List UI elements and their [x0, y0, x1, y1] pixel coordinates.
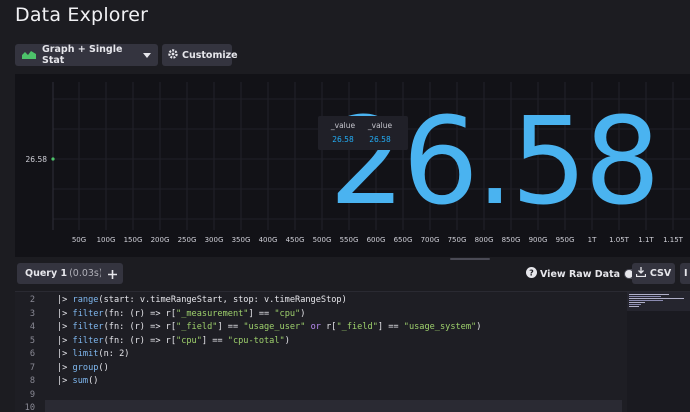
- download-icon: [635, 267, 646, 280]
- query-tab-label: Query 1: [25, 268, 68, 279]
- view-raw-data-label: View Raw Data: [540, 268, 621, 280]
- gear-icon: [168, 48, 178, 62]
- code-text: |> range(start: v.timeRangeStart, stop: …: [57, 295, 347, 305]
- code-text: |> filter(fn: (r) => r["cpu"] == "cpu-to…: [57, 335, 290, 346]
- line-number: 4: [29, 322, 35, 332]
- hover-tooltip: _value 26.58 _value 26.58: [318, 116, 408, 150]
- editor-minimap[interactable]: [627, 292, 690, 412]
- page-title: Data Explorer: [15, 4, 149, 26]
- tooltip-header: _value: [367, 121, 393, 130]
- caret-down-icon: [143, 50, 151, 61]
- csv-label: CSV: [649, 268, 672, 279]
- x-tick-label: 250G: [178, 236, 197, 244]
- line-number: 9: [29, 389, 35, 400]
- view-raw-data-toggle[interactable]: ? View Raw Data: [526, 267, 643, 281]
- x-tick-label: 400G: [259, 236, 278, 244]
- x-tick-label: 350G: [232, 236, 251, 244]
- line-number: 5: [29, 335, 35, 346]
- query-bar: Query 1 (0.03s) ? View Raw Data CSV I: [15, 262, 690, 286]
- visualization-panel: 50G 100G 150G 200G 250G 300G 350G 400G 450G 500G 5…: [15, 74, 690, 257]
- code-text: |> group(): [57, 362, 109, 373]
- overflow-label: I: [684, 268, 688, 279]
- minimap-line: [629, 304, 641, 305]
- x-tick-label: 200G: [151, 236, 170, 244]
- line-number: 3: [29, 308, 35, 319]
- plus-icon: [107, 264, 117, 283]
- line-number: 7: [29, 362, 35, 373]
- flux-code-editor[interactable]: 2 |> range(start: v.timeRangeStart, stop:…: [15, 291, 690, 412]
- tooltip-value: 26.58: [369, 135, 391, 144]
- x-tick-label: 450G: [286, 236, 305, 244]
- tooltip-column: _value 26.58: [323, 121, 363, 144]
- line-number: 2: [29, 295, 35, 305]
- minimap-line: [629, 302, 645, 303]
- svg-text:?: ?: [529, 269, 534, 278]
- minimap-line: [629, 296, 661, 297]
- line-number: 10: [24, 403, 35, 412]
- info-icon: ?: [526, 267, 537, 281]
- minimap-line: [629, 294, 669, 295]
- line-number: 8: [29, 376, 35, 386]
- customize-button[interactable]: Customize: [162, 44, 238, 66]
- minimap-line: [629, 300, 663, 301]
- x-tick-label: 150G: [124, 236, 143, 244]
- visualization-type-label: Graph + Single Stat: [42, 44, 123, 66]
- code-text: |> limit(n: 2): [57, 349, 130, 359]
- current-line-highlight: [45, 400, 622, 412]
- line-number: 6: [29, 349, 35, 359]
- overflow-button[interactable]: I: [680, 263, 690, 284]
- add-query-button[interactable]: [101, 263, 123, 284]
- visualization-type-dropdown[interactable]: Graph + Single Stat: [15, 44, 158, 66]
- query-tab[interactable]: Query 1 (0.03s): [17, 263, 110, 284]
- graph-icon: [22, 49, 36, 62]
- tooltip-value: 26.58: [332, 135, 354, 144]
- minimap-line: [629, 306, 639, 307]
- x-tick-label: 300G: [205, 236, 224, 244]
- panel-resize-handle[interactable]: [450, 258, 490, 260]
- query-duration: (0.03s): [69, 268, 103, 279]
- data-point[interactable]: [51, 157, 55, 161]
- csv-download-button[interactable]: CSV: [632, 263, 675, 284]
- code-text: |> sum(): [57, 376, 99, 386]
- code-text: |> filter(fn: (r) => r["_measurement"] =…: [57, 308, 306, 319]
- x-tick-label: 50G: [72, 236, 86, 244]
- x-tick-label: 100G: [97, 236, 116, 244]
- tooltip-header: _value: [330, 121, 356, 130]
- single-stat-value: 26.58: [329, 93, 661, 232]
- customize-label: Customize: [182, 49, 238, 61]
- minimap-line: [629, 298, 684, 299]
- tooltip-column: _value 26.58: [360, 121, 400, 144]
- y-tick-label: 26.58: [26, 155, 48, 164]
- x-tick-label: 1.15T: [663, 236, 684, 244]
- code-text: |> filter(fn: (r) => r["_field"] == "usa…: [57, 322, 482, 332]
